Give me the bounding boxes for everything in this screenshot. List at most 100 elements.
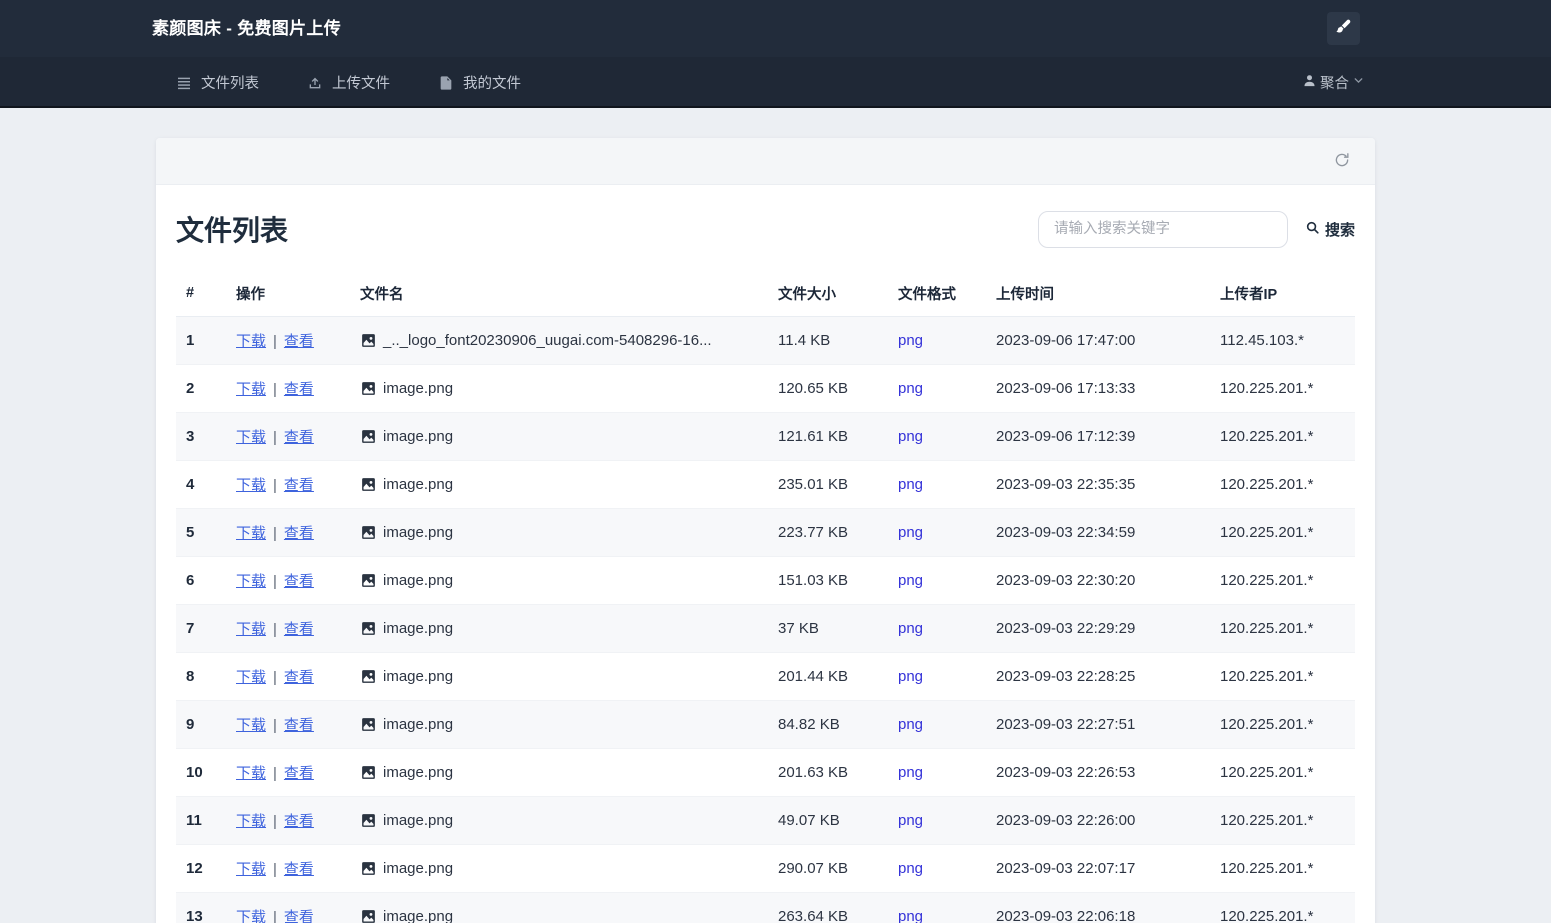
download-link[interactable]: 下载 <box>236 525 266 542</box>
row-size: 121.61 KB <box>768 412 888 460</box>
app-title: 素颜图床 - 免费图片上传 <box>152 0 341 57</box>
row-filename-cell: image.png <box>350 556 768 604</box>
row-uploader-ip: 120.225.201.* <box>1210 460 1355 508</box>
row-format-cell: png <box>888 508 986 556</box>
format-link[interactable]: png <box>898 428 923 445</box>
row-index: 10 <box>176 748 226 796</box>
table-row: 13 下载|查看 image.png 263.64 KB png 2023-09… <box>176 892 1355 923</box>
view-link[interactable]: 查看 <box>284 765 314 782</box>
row-uploader-ip: 120.225.201.* <box>1210 508 1355 556</box>
row-filename-cell: image.png <box>350 652 768 700</box>
row-filename-cell: image.png <box>350 748 768 796</box>
download-link[interactable]: 下载 <box>236 333 266 350</box>
view-link[interactable]: 查看 <box>284 717 314 734</box>
nav-item-my-files[interactable]: 我的文件 <box>414 57 545 108</box>
row-upload-time: 2023-09-03 22:30:20 <box>986 556 1210 604</box>
download-link[interactable]: 下载 <box>236 813 266 830</box>
format-link[interactable]: png <box>898 524 923 541</box>
search-input[interactable] <box>1038 211 1288 248</box>
nav-items: 文件列表 上传文件 我的文件 <box>152 57 545 106</box>
view-link[interactable]: 查看 <box>284 669 314 686</box>
theme-button[interactable] <box>1327 12 1360 45</box>
nav-item-file-list[interactable]: 文件列表 <box>152 57 283 108</box>
user-menu[interactable]: 聚合 <box>1302 57 1365 108</box>
download-link[interactable]: 下载 <box>236 573 266 590</box>
row-actions: 下载|查看 <box>226 412 350 460</box>
row-format-cell: png <box>888 844 986 892</box>
format-link[interactable]: png <box>898 332 923 349</box>
row-filename-cell: image.png <box>350 844 768 892</box>
upload-icon <box>307 75 323 91</box>
row-index: 2 <box>176 364 226 412</box>
row-index: 5 <box>176 508 226 556</box>
format-link[interactable]: png <box>898 716 923 733</box>
view-link[interactable]: 查看 <box>284 477 314 494</box>
download-link[interactable]: 下载 <box>236 909 266 923</box>
format-link[interactable]: png <box>898 620 923 637</box>
table-row: 3 下载|查看 image.png 121.61 KB png 2023-09-… <box>176 412 1355 460</box>
nav-item-label: 我的文件 <box>463 72 521 93</box>
row-format-cell: png <box>888 316 986 364</box>
format-link[interactable]: png <box>898 380 923 397</box>
format-link[interactable]: png <box>898 572 923 589</box>
row-filename: image.png <box>383 716 453 733</box>
row-uploader-ip: 120.225.201.* <box>1210 556 1355 604</box>
view-link[interactable]: 查看 <box>284 813 314 830</box>
view-link[interactable]: 查看 <box>284 333 314 350</box>
row-uploader-ip: 120.225.201.* <box>1210 844 1355 892</box>
download-link[interactable]: 下载 <box>236 429 266 446</box>
row-format-cell: png <box>888 604 986 652</box>
download-link[interactable]: 下载 <box>236 861 266 878</box>
download-link[interactable]: 下载 <box>236 381 266 398</box>
format-link[interactable]: png <box>898 860 923 877</box>
row-format-cell: png <box>888 700 986 748</box>
row-filename-cell: image.png <box>350 508 768 556</box>
row-upload-time: 2023-09-03 22:07:17 <box>986 844 1210 892</box>
view-link[interactable]: 查看 <box>284 381 314 398</box>
format-link[interactable]: png <box>898 812 923 829</box>
row-filename: image.png <box>383 668 453 685</box>
nav-item-label: 上传文件 <box>332 72 390 93</box>
col-format: 文件格式 <box>888 271 986 316</box>
view-link[interactable]: 查看 <box>284 861 314 878</box>
action-separator: | <box>273 813 277 830</box>
table-row: 10 下载|查看 image.png 201.63 KB png 2023-09… <box>176 748 1355 796</box>
view-link[interactable]: 查看 <box>284 525 314 542</box>
row-uploader-ip: 120.225.201.* <box>1210 604 1355 652</box>
download-link[interactable]: 下载 <box>236 621 266 638</box>
row-size: 201.44 KB <box>768 652 888 700</box>
view-link[interactable]: 查看 <box>284 429 314 446</box>
format-link[interactable]: png <box>898 908 923 923</box>
format-link[interactable]: png <box>898 668 923 685</box>
action-separator: | <box>273 909 277 923</box>
card-header <box>156 138 1375 185</box>
row-filename-cell: image.png <box>350 460 768 508</box>
table-row: 5 下载|查看 image.png 223.77 KB png 2023-09-… <box>176 508 1355 556</box>
row-upload-time: 2023-09-03 22:26:53 <box>986 748 1210 796</box>
row-size: 263.64 KB <box>768 892 888 923</box>
row-index: 12 <box>176 844 226 892</box>
row-upload-time: 2023-09-06 17:12:39 <box>986 412 1210 460</box>
view-link[interactable]: 查看 <box>284 621 314 638</box>
row-index: 4 <box>176 460 226 508</box>
row-actions: 下载|查看 <box>226 652 350 700</box>
image-file-icon <box>360 812 377 829</box>
row-actions: 下载|查看 <box>226 748 350 796</box>
search-button[interactable]: 搜索 <box>1305 219 1355 240</box>
format-link[interactable]: png <box>898 476 923 493</box>
format-link[interactable]: png <box>898 764 923 781</box>
row-uploader-ip: 120.225.201.* <box>1210 892 1355 923</box>
download-link[interactable]: 下载 <box>236 669 266 686</box>
image-file-icon <box>360 860 377 877</box>
col-size: 文件大小 <box>768 271 888 316</box>
refresh-icon[interactable] <box>1333 151 1353 171</box>
nav-item-upload[interactable]: 上传文件 <box>283 57 414 108</box>
row-index: 13 <box>176 892 226 923</box>
view-link[interactable]: 查看 <box>284 573 314 590</box>
row-filename-cell: image.png <box>350 604 768 652</box>
download-link[interactable]: 下载 <box>236 477 266 494</box>
row-filename-cell: image.png <box>350 364 768 412</box>
view-link[interactable]: 查看 <box>284 909 314 923</box>
download-link[interactable]: 下载 <box>236 717 266 734</box>
download-link[interactable]: 下载 <box>236 765 266 782</box>
